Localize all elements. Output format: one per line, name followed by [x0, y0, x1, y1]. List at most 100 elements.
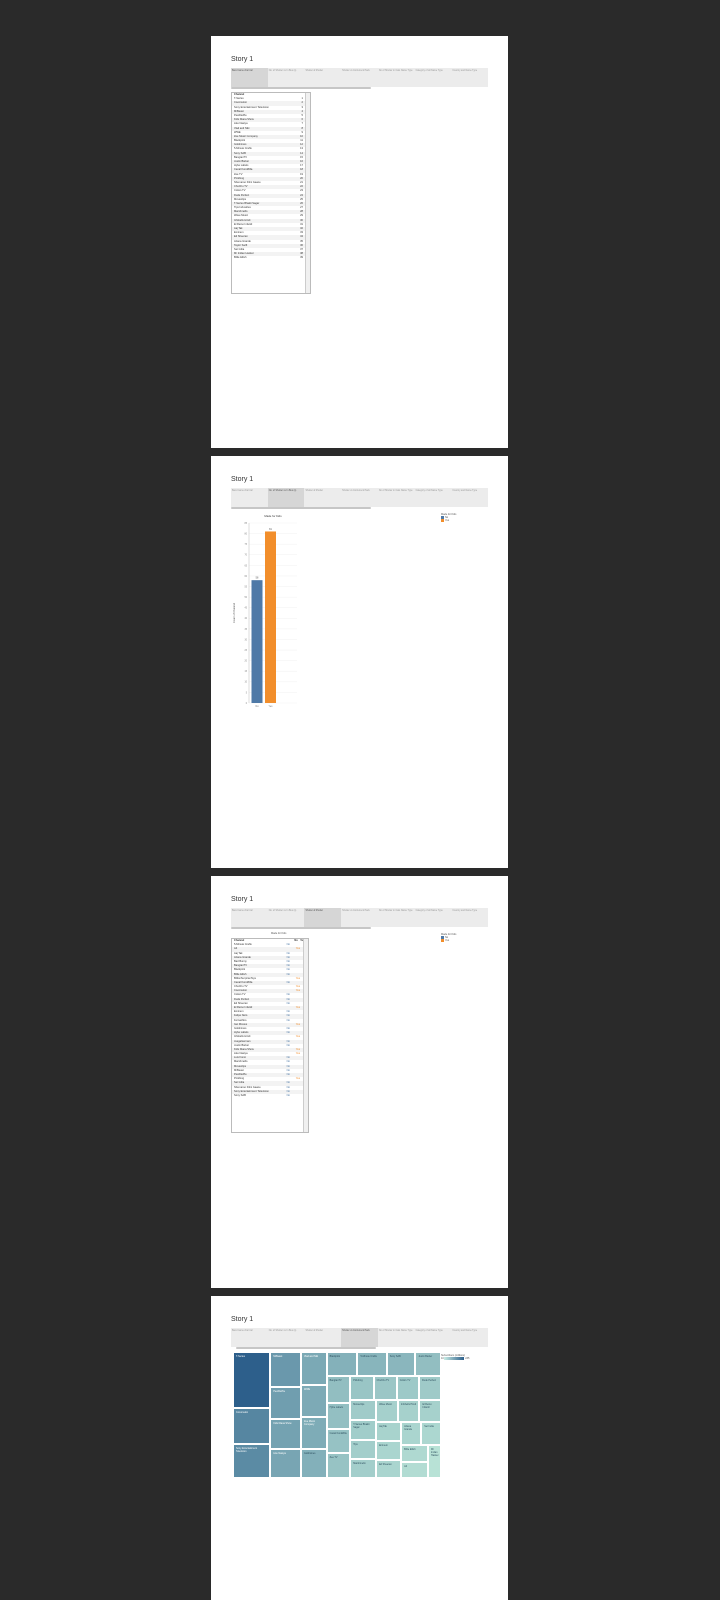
row-made-for-kids: No — [286, 1093, 290, 1097]
treemap-cell[interactable]: Cocomelon — [233, 1407, 271, 1444]
treemap-cell-label: Set India — [424, 1425, 434, 1429]
tabs-scrollbar[interactable] — [236, 1347, 376, 1349]
treemap-cell[interactable]: PewDiePie — [270, 1386, 302, 1419]
treemap-cell[interactable]: T-Series — [233, 1352, 271, 1408]
treemap-cell[interactable]: Canal KondZilla — [326, 1428, 351, 1454]
y-tick-label: 70 — [244, 555, 247, 557]
treemap-cell[interactable]: Goldmines — [301, 1448, 327, 1478]
tab-1[interactable]: Band name chart tal — [231, 1328, 268, 1347]
legend-gradient: 10 235 — [441, 1357, 470, 1361]
treemap-cell-label: Sony Entertainment Television — [236, 1447, 257, 1453]
treemap-cell[interactable]: Tips — [350, 1439, 377, 1459]
tab-1[interactable]: Band name chart tal — [231, 488, 268, 507]
tabs-scrollbar[interactable] — [231, 507, 371, 509]
tab-4[interactable]: Shutter vs Instrument Pack — [341, 908, 378, 927]
table-scrollbar[interactable] — [305, 93, 310, 293]
tab-2[interactable]: No. of Shutter vs In Bus (s) — [268, 1328, 305, 1347]
treemap-cell[interactable]: A4 — [401, 1461, 428, 1478]
tab-3[interactable]: Shutter & Shutter — [304, 908, 342, 927]
y-axis-label: Count of Channel — [232, 602, 236, 623]
treemap-cell[interactable]: Billie Eilish — [401, 1445, 428, 1462]
tab-5[interactable]: No of Shutter in Cats Name Type — [378, 488, 415, 507]
treemap-cell-label: Vlad and Niki — [304, 1355, 319, 1358]
tab-2[interactable]: No. of Shutter vs In Bus (s) — [268, 68, 305, 87]
treemap-cell[interactable]: Mr Indian Hacker — [427, 1445, 441, 1478]
treemap-cell[interactable]: Wave Music — [376, 1400, 398, 1423]
treemap-cell[interactable]: 5-Minute Crafts — [357, 1352, 387, 1377]
bar-data-label: 81 — [269, 528, 272, 531]
tab-5[interactable]: No of Shutter in Cats Name Type — [378, 908, 415, 927]
y-tick-label: 15 — [244, 671, 247, 673]
row-made-for-kids: No — [286, 1073, 290, 1076]
tab-4[interactable]: Shutter vs Instrument Pack — [341, 488, 378, 507]
treemap-cell[interactable]: Justin Bieber — [415, 1352, 441, 1377]
treemap-cell[interactable]: Zee Music Company — [301, 1417, 327, 1449]
treemap-cell[interactable]: Aaj Tak — [376, 1422, 402, 1442]
row-made-for-kids: No — [286, 980, 290, 984]
row-made-for-kids: No — [286, 1031, 290, 1035]
tab-7[interactable]: Country and Name Type — [451, 908, 488, 927]
tab-6[interactable]: Category of all Name Type — [415, 1328, 452, 1347]
y-tick-label: 50 — [244, 597, 247, 599]
tab-7[interactable]: Country and Name Type — [451, 488, 488, 507]
treemap-cell[interactable]: Kids Diana Show — [270, 1418, 302, 1450]
treemap-cell[interactable]: Sony Entertainment Television — [233, 1444, 271, 1478]
treemap-cell-label: Zee Music Company — [304, 1420, 316, 1427]
crosstab-scrollbar[interactable] — [303, 939, 308, 1132]
treemap-cell[interactable]: Set India — [421, 1422, 441, 1446]
table-row: Sony SAB No — [232, 1094, 308, 1098]
treemap-cell[interactable]: T-Series Bhakti Sagar — [350, 1419, 377, 1440]
tab-2[interactable]: No. of Shutter vs In Bus (s) — [268, 908, 305, 927]
treemap-cell[interactable]: Colors TV — [396, 1376, 420, 1401]
treemap-cell[interactable]: ChuChu TV — [373, 1376, 397, 1401]
treemap-cell-label: Goldmines — [304, 1451, 316, 1455]
treemap-cell[interactable]: El Reino Infantil — [419, 1400, 441, 1423]
treemap-cell[interactable]: Hybe Labels — [326, 1402, 351, 1429]
tab-2[interactable]: No. of Shutter vs In Bus (s) — [267, 488, 305, 507]
treemap-cell[interactable]: Marshmello — [350, 1458, 377, 1478]
treemap-cell[interactable]: Ariana Grande — [401, 1422, 422, 1446]
tab-7[interactable]: Country and Name Type — [451, 68, 488, 87]
story-tabs: Band name chart tal No. of Shutter vs In… — [231, 1328, 488, 1347]
tab-5[interactable]: No of Shutter in Cats Name Type — [378, 1328, 415, 1347]
y-tick-label: 45 — [244, 608, 247, 610]
tab-4[interactable]: Shutter vs Instrument Pack — [341, 68, 378, 87]
treemap-cell[interactable]: Blackpink — [326, 1352, 358, 1377]
treemap-cell[interactable]: Vlad and Niki — [301, 1352, 327, 1385]
tab-1[interactable]: Band name chart tal — [231, 68, 268, 87]
treemap-cell[interactable]: Zee TV — [326, 1453, 351, 1478]
y-tick-label: 35 — [244, 629, 247, 631]
story-title: Story 1 — [231, 1316, 254, 1323]
treemap-cell-label: T-Series — [236, 1355, 245, 1358]
tabs-scrollbar[interactable] — [231, 927, 371, 929]
tab-3[interactable]: Shutter & Shutter — [304, 488, 341, 507]
row-made-for-kids: No — [286, 972, 290, 976]
tab-1[interactable]: Band name chart tal — [231, 908, 268, 927]
treemap-cell[interactable]: Infobells Hindi — [397, 1400, 420, 1423]
tab-3[interactable]: Shutter & Shutter — [304, 1328, 341, 1347]
tab-6[interactable]: Category of all Name Type — [415, 488, 452, 507]
treemap-cell[interactable]: Pinkfong — [350, 1376, 374, 1401]
tab-6[interactable]: Category of all Name Type — [415, 908, 452, 927]
y-tick-label: 10 — [244, 682, 247, 684]
tab-3[interactable]: Shutter & Shutter — [304, 68, 341, 87]
tab-6[interactable]: Category of all Name Type — [415, 68, 452, 87]
tab-7[interactable]: Country and Name Type — [451, 1328, 488, 1347]
tab-5[interactable]: No of Shutter in Cats Name Type — [378, 68, 415, 87]
treemap-cell[interactable]: Like Nastya — [270, 1449, 302, 1478]
treemap-cell-label: 5-Minute Crafts — [360, 1355, 377, 1358]
bar-data-label: 58 — [256, 577, 259, 580]
treemap-cell[interactable]: Dude Perfect — [419, 1376, 441, 1401]
y-tick-label: 55 — [244, 586, 247, 588]
treemap-cell[interactable]: Eminem — [376, 1441, 402, 1460]
tabs-scrollbar[interactable] — [231, 87, 371, 89]
treemap-cell[interactable]: MrBeast — [270, 1352, 302, 1387]
treemap-cell[interactable]: Ed Sheeran — [376, 1459, 402, 1478]
treemap-cell[interactable]: Movieclips — [350, 1400, 377, 1420]
treemap-cell[interactable]: Sony SAB — [386, 1352, 416, 1377]
treemap-cell[interactable]: BangtanTV — [326, 1376, 351, 1403]
tab-4[interactable]: Shutter vs Instrument Pack — [341, 1328, 378, 1347]
story-page-2: Story 1 Band name chart tal No. of Shutt… — [211, 456, 508, 868]
row-made-for-kids: No — [286, 943, 290, 947]
treemap-cell[interactable]: WWE — [301, 1384, 327, 1418]
